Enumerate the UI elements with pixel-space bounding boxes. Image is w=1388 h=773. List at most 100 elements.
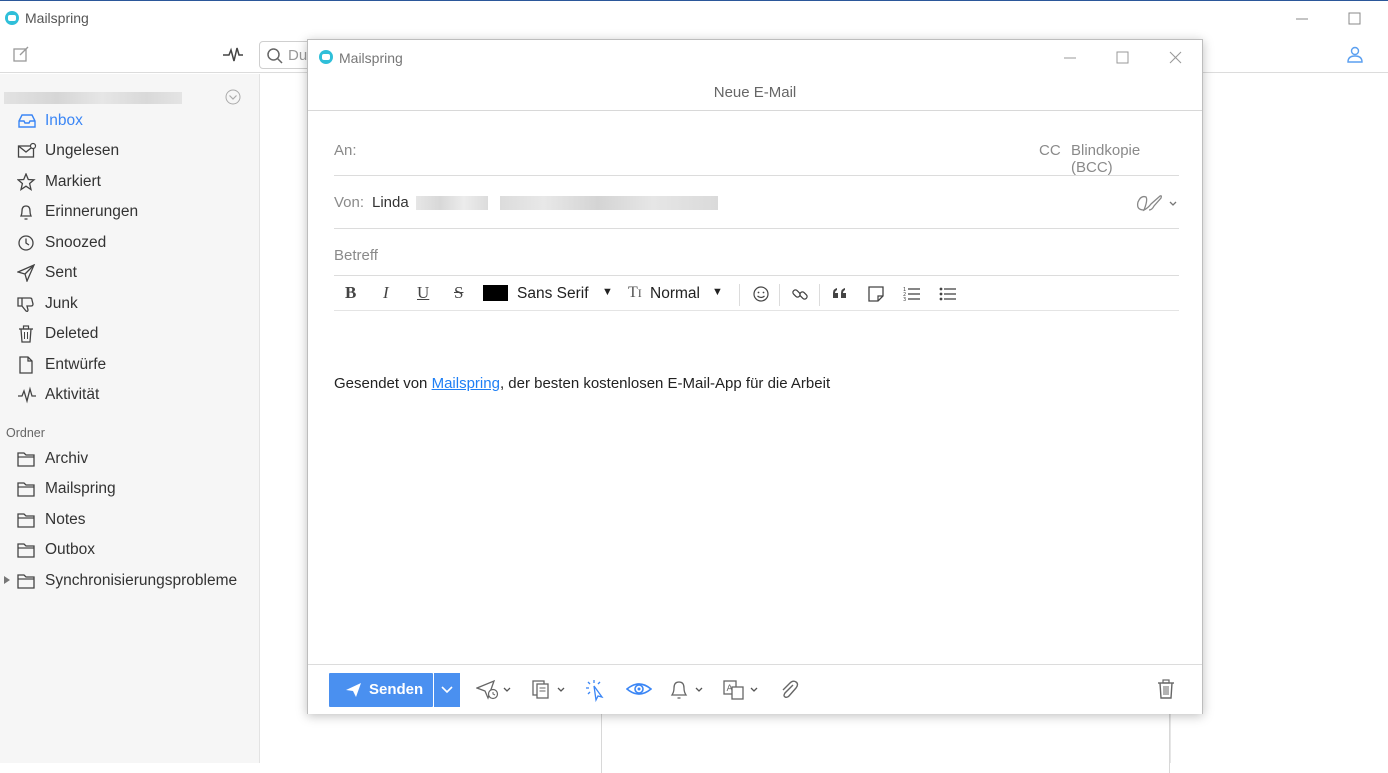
mailspring-link[interactable]: Mailspring: [432, 375, 500, 392]
sidebar-item-junk[interactable]: Junk: [0, 289, 259, 319]
quote-icon[interactable]: [831, 285, 849, 303]
sidebar-folder-archive[interactable]: Archiv: [0, 444, 259, 474]
italic-button[interactable]: I: [383, 283, 389, 305]
to-field[interactable]: An: CC Blindkopie (BCC): [334, 126, 1179, 176]
activity-icon[interactable]: [222, 45, 244, 63]
font-family-dropdown-icon[interactable]: ▼: [602, 286, 613, 308]
sidebar-item-snoozed[interactable]: Snoozed: [0, 228, 259, 258]
compose-window: Mailspring Neue E-Mail An: CC Blindkopie…: [307, 39, 1203, 714]
unread-icon: [17, 142, 37, 160]
discard-draft-trash-icon[interactable]: [1157, 679, 1175, 699]
signature-icon[interactable]: [1132, 192, 1180, 216]
strikethrough-button[interactable]: S: [454, 283, 463, 305]
account-icon[interactable]: [1346, 45, 1364, 63]
folder-icon: [17, 541, 37, 559]
toolbar-separator: [819, 284, 820, 306]
mailspring-logo-icon: [319, 50, 333, 64]
cc-button[interactable]: CC: [1039, 142, 1061, 159]
compose-title-bar: Mailspring: [308, 40, 1202, 74]
font-size-icon: TI: [628, 284, 642, 301]
search-placeholder: Du: [288, 47, 308, 64]
sidebar-item-sent[interactable]: Sent: [0, 258, 259, 288]
send-options-button[interactable]: [434, 673, 460, 707]
star-icon: [17, 173, 37, 191]
bell-icon: [17, 203, 37, 221]
from-address-redacted: [500, 196, 718, 210]
from-name: Linda: [372, 194, 409, 211]
activity-icon: [17, 386, 37, 404]
toolbar-separator: [739, 284, 740, 306]
numbered-list-icon[interactable]: 123: [903, 285, 921, 303]
font-size-dropdown-icon[interactable]: ▼: [712, 286, 723, 308]
compose-window-title: Mailspring: [339, 50, 403, 66]
sidebar-folder-outbox[interactable]: Outbox: [0, 535, 259, 565]
body-signature-suffix: , der besten kostenlosen E-Mail-App für …: [499, 375, 831, 392]
attachment-icon[interactable]: [778, 679, 800, 701]
folder-icon: [17, 450, 37, 468]
draft-icon: [17, 356, 37, 374]
send-icon: [17, 264, 37, 282]
underline-button[interactable]: U: [417, 283, 429, 305]
compose-icon[interactable]: [12, 45, 30, 63]
emoji-icon[interactable]: [752, 285, 770, 303]
send-later-icon[interactable]: [476, 679, 516, 701]
mailspring-logo-icon: [5, 11, 19, 25]
send-icon: [346, 683, 362, 697]
message-pane-card: [601, 713, 1170, 773]
maximize-button[interactable]: [1342, 9, 1366, 29]
sidebar-item-unread[interactable]: Ungelesen: [0, 136, 259, 166]
folder-icon: [17, 511, 37, 529]
compose-maximize-button[interactable]: [1110, 48, 1134, 68]
sidebar-folder-mailspring[interactable]: Mailspring: [0, 474, 259, 504]
font-size-select[interactable]: Normal: [650, 285, 700, 307]
body-signature-prefix: Gesendet von: [334, 375, 432, 392]
from-field[interactable]: Von: Linda: [334, 178, 1179, 229]
app-title: Mailspring: [25, 10, 89, 26]
message-body[interactable]: Gesendet von Mailspring, der besten kost…: [334, 375, 830, 392]
account-name-redacted: [4, 92, 182, 104]
sidebar-item-starred[interactable]: Markiert: [0, 167, 259, 197]
send-button[interactable]: Senden: [329, 673, 433, 707]
sidebar-item-reminders[interactable]: Erinnerungen: [0, 197, 259, 227]
subject-field[interactable]: Betreff: [334, 230, 1179, 276]
sidebar: Inbox Ungelesen Markiert Erinnerungen Sn…: [0, 74, 260, 763]
search-icon: [266, 47, 284, 65]
link-tracking-icon[interactable]: [585, 679, 609, 703]
compose-minimize-button[interactable]: [1058, 48, 1082, 68]
folders-heading: Ordner: [6, 426, 45, 440]
link-icon[interactable]: [791, 285, 809, 303]
minimize-button[interactable]: [1290, 9, 1314, 29]
sidebar-item-drafts[interactable]: Entwürfe: [0, 350, 259, 380]
sidebar-folder-notes[interactable]: Notes: [0, 505, 259, 535]
sidebar-folder-sync-problems[interactable]: Synchronisierungsprobleme: [0, 566, 259, 596]
clock-icon: [17, 234, 37, 252]
compose-close-button[interactable]: [1164, 48, 1188, 68]
reminder-bell-icon[interactable]: [669, 679, 709, 701]
sidebar-item-inbox[interactable]: Inbox: [0, 106, 259, 136]
bcc-button[interactable]: Blindkopie (BCC): [1071, 142, 1179, 176]
compose-footer: Senden A: [308, 664, 1202, 714]
note-icon[interactable]: [867, 285, 885, 303]
sidebar-item-deleted[interactable]: Deleted: [0, 319, 259, 349]
title-bar: Mailspring: [0, 1, 1388, 35]
toolbar-separator: [779, 284, 780, 306]
bullet-list-icon[interactable]: [939, 285, 957, 303]
to-label: An:: [334, 142, 357, 159]
send-label: Senden: [369, 681, 424, 698]
bold-button[interactable]: B: [345, 283, 356, 305]
inbox-icon: [17, 112, 37, 130]
account-collapse-icon[interactable]: [224, 88, 242, 106]
from-label: Von:: [334, 194, 365, 211]
read-receipt-eye-icon[interactable]: [626, 679, 652, 699]
folder-icon: [17, 572, 37, 590]
sidebar-item-activity[interactable]: Aktivität: [0, 380, 259, 410]
thumbs-down-icon: [17, 295, 37, 313]
templates-icon[interactable]: [531, 679, 571, 701]
trash-icon: [17, 325, 37, 343]
svg-text:3: 3: [903, 297, 906, 303]
compose-heading: Neue E-Mail: [308, 74, 1202, 111]
text-color-swatch[interactable]: [483, 285, 508, 301]
translate-icon[interactable]: A: [723, 679, 763, 701]
font-family-select[interactable]: Sans Serif: [517, 285, 589, 307]
subject-placeholder: Betreff: [334, 247, 378, 264]
